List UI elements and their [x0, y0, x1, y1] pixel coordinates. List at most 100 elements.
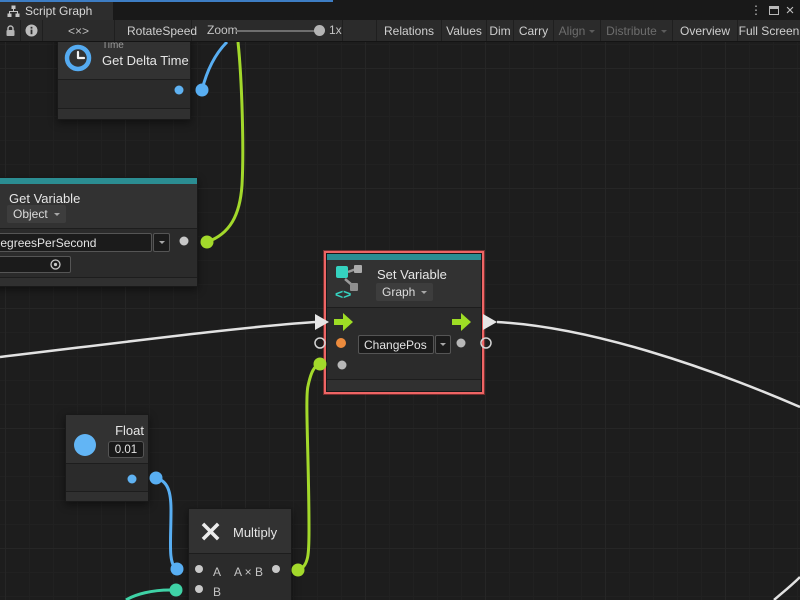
float-value-input[interactable]: 0.01	[108, 441, 144, 458]
variable-name-field[interactable]: RotationDegreesPerSecond	[0, 233, 152, 252]
wire-multiply-to-set-variable[interactable]	[298, 364, 320, 570]
toolbar-divider	[342, 20, 343, 41]
node-separator	[66, 463, 148, 464]
wire-end-dot	[170, 584, 183, 597]
chevron-down-icon	[661, 30, 667, 36]
variable-name-field[interactable]: ChangePos	[358, 335, 434, 354]
node-separator	[58, 79, 190, 80]
wire-delta-time-out[interactable]	[202, 42, 227, 90]
target-object-field[interactable]: This	[0, 256, 71, 273]
node-footer	[58, 108, 190, 119]
proxy-port-right[interactable]	[481, 338, 491, 348]
svg-text:<>: <>	[335, 286, 351, 301]
wire-end-dot	[196, 84, 209, 97]
proxy-port-left[interactable]	[315, 338, 325, 348]
wire-get-variable-out[interactable]	[207, 42, 243, 242]
info-icon	[25, 24, 38, 37]
lock-button[interactable]	[0, 20, 21, 41]
fullscreen-label: Full Screen	[739, 24, 800, 38]
wire-flow-into-set-variable[interactable]	[0, 322, 315, 357]
zoom-slider-track[interactable]	[236, 30, 317, 32]
multiply-icon: ×	[198, 517, 223, 547]
code-view-button[interactable]: <×>	[43, 20, 115, 41]
breadcrumb[interactable]: RotateSpeed	[115, 20, 192, 41]
node-title: Float	[106, 423, 144, 438]
dim-label: Dim	[489, 24, 510, 38]
node-title: Multiply	[233, 525, 277, 540]
float-icon	[74, 434, 96, 456]
clock-icon	[64, 44, 92, 72]
zoom-slider-knob[interactable]	[314, 25, 325, 36]
dim-button[interactable]: Dim	[486, 20, 513, 41]
node-title: Get Variable	[9, 191, 80, 206]
wire-flow-corner[interactable]	[774, 577, 800, 600]
inspect-button[interactable]	[21, 20, 43, 41]
align-button[interactable]: Align	[553, 20, 600, 41]
zoom-label: Zoom	[207, 23, 238, 37]
node-footer	[0, 277, 197, 286]
object-picker-icon[interactable]	[49, 258, 62, 271]
input-b-label: B	[213, 585, 221, 599]
relations-label: Relations	[384, 24, 434, 38]
node-multiply[interactable]: × Multiply A A × B B	[188, 508, 292, 600]
chevron-down-icon	[159, 241, 165, 247]
float-value: 0.01	[115, 444, 137, 456]
flow-arrow-out	[483, 314, 497, 330]
window-menu-icon[interactable]: ⋮	[748, 0, 764, 20]
graph-canvas[interactable]: Time Get Delta Time Get Variable Object …	[0, 42, 800, 600]
visual-scripting-window: Script Graph ⋮ × <×>	[0, 0, 800, 600]
relations-button[interactable]: Relations	[376, 20, 441, 41]
chevron-down-icon	[421, 291, 427, 297]
node-title: Get Delta Time	[102, 53, 189, 68]
node-title: Set Variable	[377, 267, 447, 282]
values-label: Values	[446, 24, 482, 38]
node-set-variable[interactable]: <> Set Variable Graph ChangePos	[326, 253, 482, 392]
variable-name: RotationDegreesPerSecond	[0, 236, 96, 250]
maximize-glyph	[769, 6, 779, 15]
node-separator	[0, 228, 197, 229]
distribute-label: Distribute	[606, 24, 657, 38]
tab-bar: Script Graph ⋮ ×	[0, 0, 800, 20]
variable-name-dropdown-button[interactable]	[435, 335, 451, 354]
window-close-icon[interactable]: ×	[782, 0, 798, 20]
variable-scope-dropdown[interactable]: Graph	[376, 283, 433, 301]
wire-end-dot	[171, 563, 184, 576]
input-a-label: A	[213, 565, 221, 579]
align-label: Align	[559, 24, 586, 38]
lock-icon	[5, 24, 16, 37]
tab-title: Script Graph	[25, 4, 92, 18]
wire-end-dot	[150, 472, 163, 485]
tab-script-graph[interactable]: Script Graph	[0, 2, 113, 20]
set-variable-icon: <>	[335, 263, 365, 301]
node-footer	[327, 379, 481, 391]
distribute-button[interactable]: Distribute	[600, 20, 672, 41]
carry-button[interactable]: Carry	[513, 20, 553, 41]
node-get-delta-time[interactable]: Time Get Delta Time	[57, 42, 191, 120]
wire-into-multiply-b[interactable]	[126, 590, 170, 600]
variable-name-dropdown-button[interactable]	[153, 233, 170, 252]
node-get-variable[interactable]: Get Variable Object RotationDegreesPerSe…	[0, 177, 198, 287]
wire-flow-out-of-set-variable[interactable]	[497, 322, 800, 407]
code-view-glyph: <×>	[68, 24, 89, 38]
graph-toolbar: <×> RotateSpeed Zoom 1x Relations Values…	[0, 20, 800, 42]
wire-end-dot	[314, 358, 327, 371]
fullscreen-button[interactable]: Full Screen	[737, 20, 800, 41]
node-float[interactable]: Float 0.01	[65, 414, 149, 502]
breadcrumb-label: RotateSpeed	[127, 24, 197, 38]
wire-end-dot	[292, 564, 305, 577]
values-button[interactable]: Values	[441, 20, 486, 41]
scope-value: Object	[13, 207, 48, 221]
overview-label: Overview	[680, 24, 730, 38]
overview-button[interactable]: Overview	[672, 20, 737, 41]
chevron-down-icon	[589, 30, 595, 36]
graph-icon	[7, 5, 20, 18]
chevron-down-icon	[440, 343, 446, 349]
window-maximize-icon[interactable]	[766, 0, 782, 20]
wire-float-to-multiply[interactable]	[156, 478, 176, 569]
zoom-value: 1x	[329, 23, 342, 37]
scope-value: Graph	[382, 285, 415, 299]
node-category: Time	[102, 42, 124, 51]
variable-scope-dropdown[interactable]: Object	[7, 205, 66, 223]
node-separator	[327, 307, 481, 308]
node-separator	[189, 553, 291, 554]
